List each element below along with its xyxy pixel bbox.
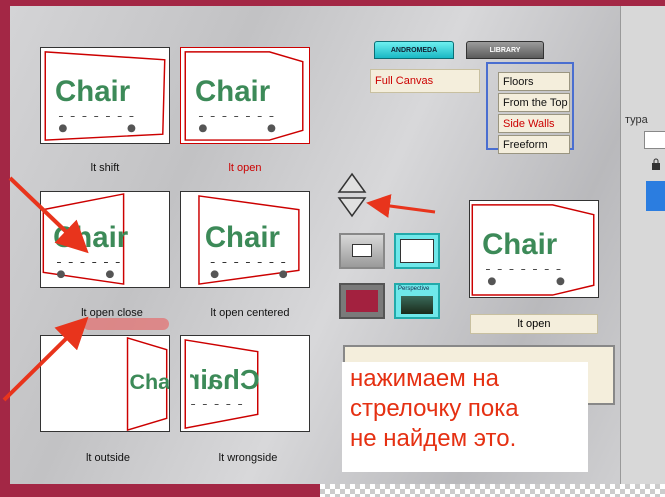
svg-text:Chair: Chair bbox=[53, 221, 128, 254]
scroll-down-arrow-icon[interactable] bbox=[337, 196, 367, 218]
annotation-underline bbox=[83, 318, 169, 330]
frame-style-gray-button[interactable] bbox=[339, 233, 385, 269]
background-color-swatch[interactable] bbox=[339, 283, 385, 319]
svg-text:Chair: Chair bbox=[55, 75, 130, 108]
preset-thumb-lt-shift[interactable]: Chair bbox=[40, 47, 170, 144]
preset-thumb-lt-wrongside[interactable]: Chair bbox=[180, 335, 310, 432]
frame-style-cyan-button[interactable] bbox=[394, 233, 440, 269]
svg-text:Chair: Chair bbox=[205, 221, 280, 254]
preset-label-lt-wrongside: lt wrongside bbox=[218, 452, 278, 464]
tab-andromeda[interactable]: ANDROMEDA bbox=[374, 41, 454, 59]
menu-item-floors[interactable]: Floors bbox=[498, 72, 570, 91]
transparent-canvas-strip bbox=[320, 484, 665, 497]
menu-item-side-walls[interactable]: Side Walls bbox=[498, 114, 570, 133]
panel-input[interactable] bbox=[644, 131, 665, 149]
panel-selection bbox=[646, 181, 665, 211]
preset-thumb-lt-open-centered[interactable]: Chair bbox=[180, 191, 310, 288]
svg-text:Chair: Chair bbox=[482, 228, 557, 261]
scroll-up-arrow-icon[interactable] bbox=[337, 172, 367, 194]
preset-label-lt-outside: lt outside bbox=[85, 452, 131, 464]
perspective-picture bbox=[401, 296, 433, 314]
preset-label-lt-open: lt open bbox=[228, 162, 262, 174]
preset-thumb-lt-open-close[interactable]: Chair bbox=[40, 191, 170, 288]
svg-text:Chair: Chair bbox=[195, 75, 270, 108]
lock-icon[interactable] bbox=[651, 158, 661, 170]
preset-thumb-lt-open[interactable]: Chair bbox=[180, 47, 310, 144]
preset-preview: Chair bbox=[469, 200, 599, 298]
svg-text:Chair: Chair bbox=[129, 370, 169, 394]
preset-thumb-lt-outside[interactable]: Chair bbox=[40, 335, 170, 432]
caption-line-1: нажимаем на bbox=[350, 365, 500, 392]
svg-text:Chair: Chair bbox=[189, 364, 259, 395]
perspective-preview-button[interactable]: Perspective bbox=[394, 283, 440, 319]
caption-line-3: не найдем это. bbox=[350, 425, 517, 452]
preset-label-lt-open-centered: lt open centered bbox=[210, 307, 290, 319]
annotation-caption: нажимаем на стрелочку пока не найдем это… bbox=[342, 362, 588, 472]
preset-label-lt-shift: lt shift bbox=[90, 162, 120, 174]
caption-line-2: стрелочку пока bbox=[350, 395, 519, 422]
background-app-panel: тура bbox=[620, 6, 665, 484]
menu-item-freeform[interactable]: Freeform bbox=[498, 135, 570, 154]
window-frame-left bbox=[0, 0, 10, 497]
preview-name-field: lt open bbox=[470, 314, 598, 334]
menu-item-from-the-top[interactable]: From the Top bbox=[498, 93, 570, 112]
perspective-label: Perspective bbox=[398, 286, 430, 292]
panel-label: тура bbox=[625, 114, 648, 126]
full-canvas-button[interactable]: Full Canvas bbox=[370, 69, 480, 93]
tab-library[interactable]: LIBRARY bbox=[466, 41, 544, 59]
